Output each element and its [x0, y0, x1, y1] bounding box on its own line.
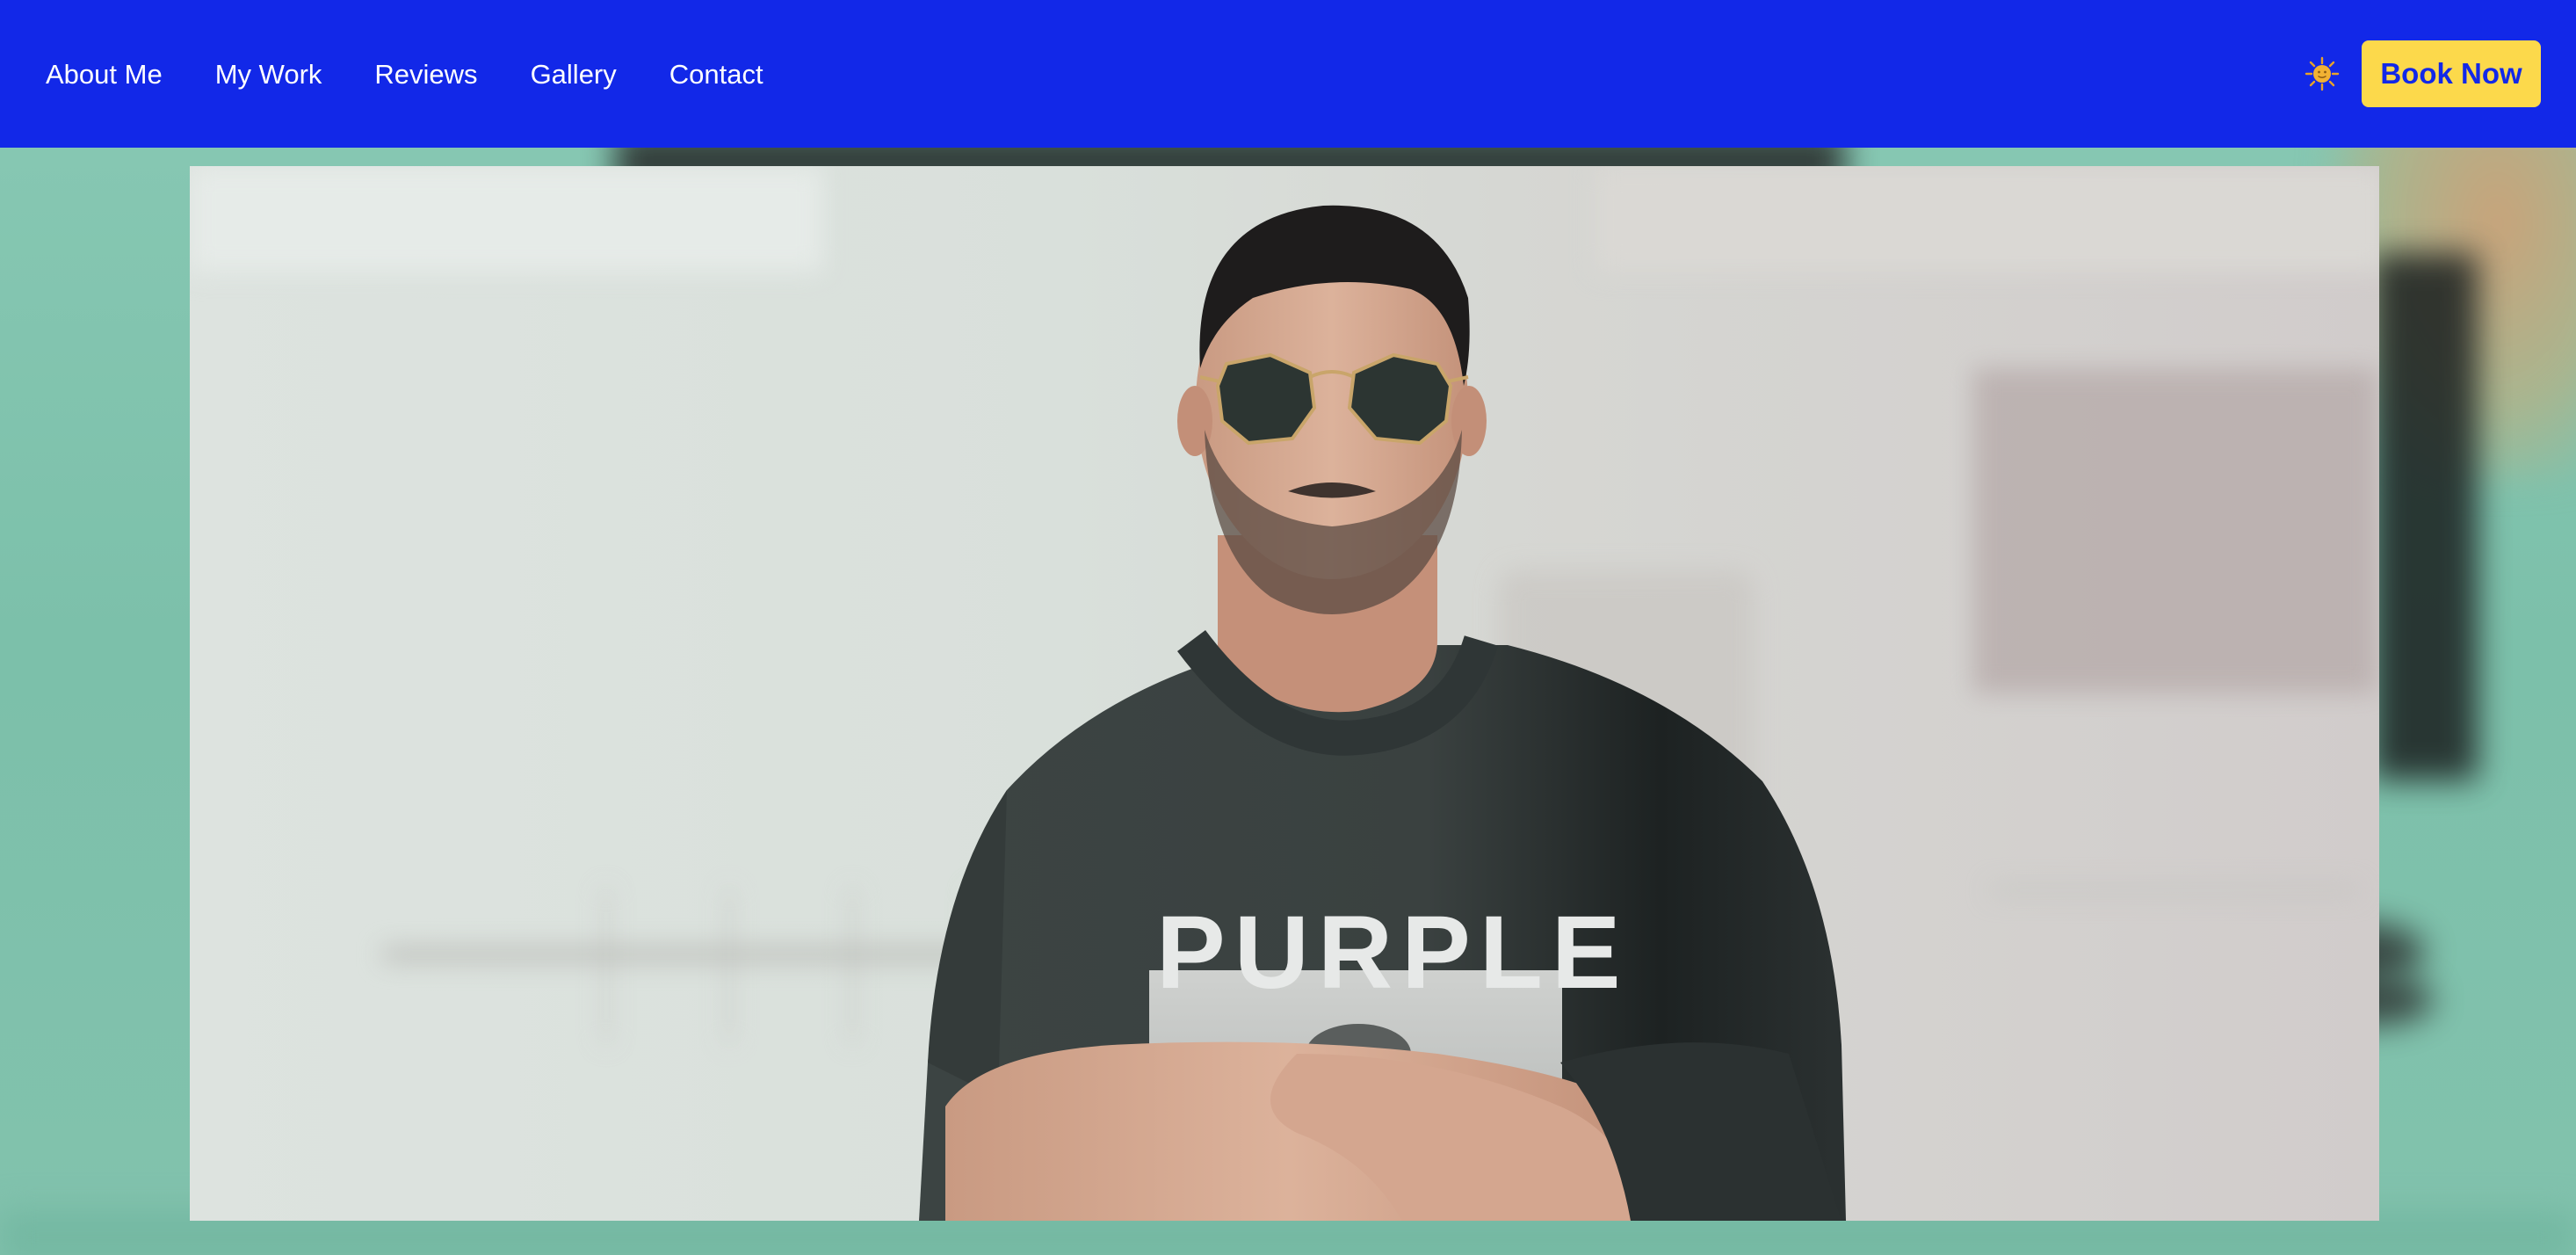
- shirt-text: PURPLE: [1156, 895, 1630, 1011]
- nav-my-work[interactable]: My Work: [215, 61, 322, 88]
- nav-reviews[interactable]: Reviews: [374, 61, 477, 88]
- book-now-button[interactable]: Book Now: [2362, 40, 2541, 107]
- site-header: About Me My Work Reviews Gallery Contact: [0, 0, 2576, 148]
- nav-about-me[interactable]: About Me: [46, 61, 163, 88]
- person-figure: PURPLE: [919, 205, 1846, 1221]
- hero-portrait-photo: PURPLE: [190, 166, 2379, 1221]
- nav-gallery[interactable]: Gallery: [531, 61, 617, 88]
- sun-icon[interactable]: [2304, 55, 2341, 92]
- header-actions: Book Now: [2304, 0, 2541, 148]
- hero-background-panel: [2372, 253, 2478, 780]
- nav-contact[interactable]: Contact: [669, 61, 763, 88]
- main-nav: About Me My Work Reviews Gallery Contact: [46, 61, 816, 88]
